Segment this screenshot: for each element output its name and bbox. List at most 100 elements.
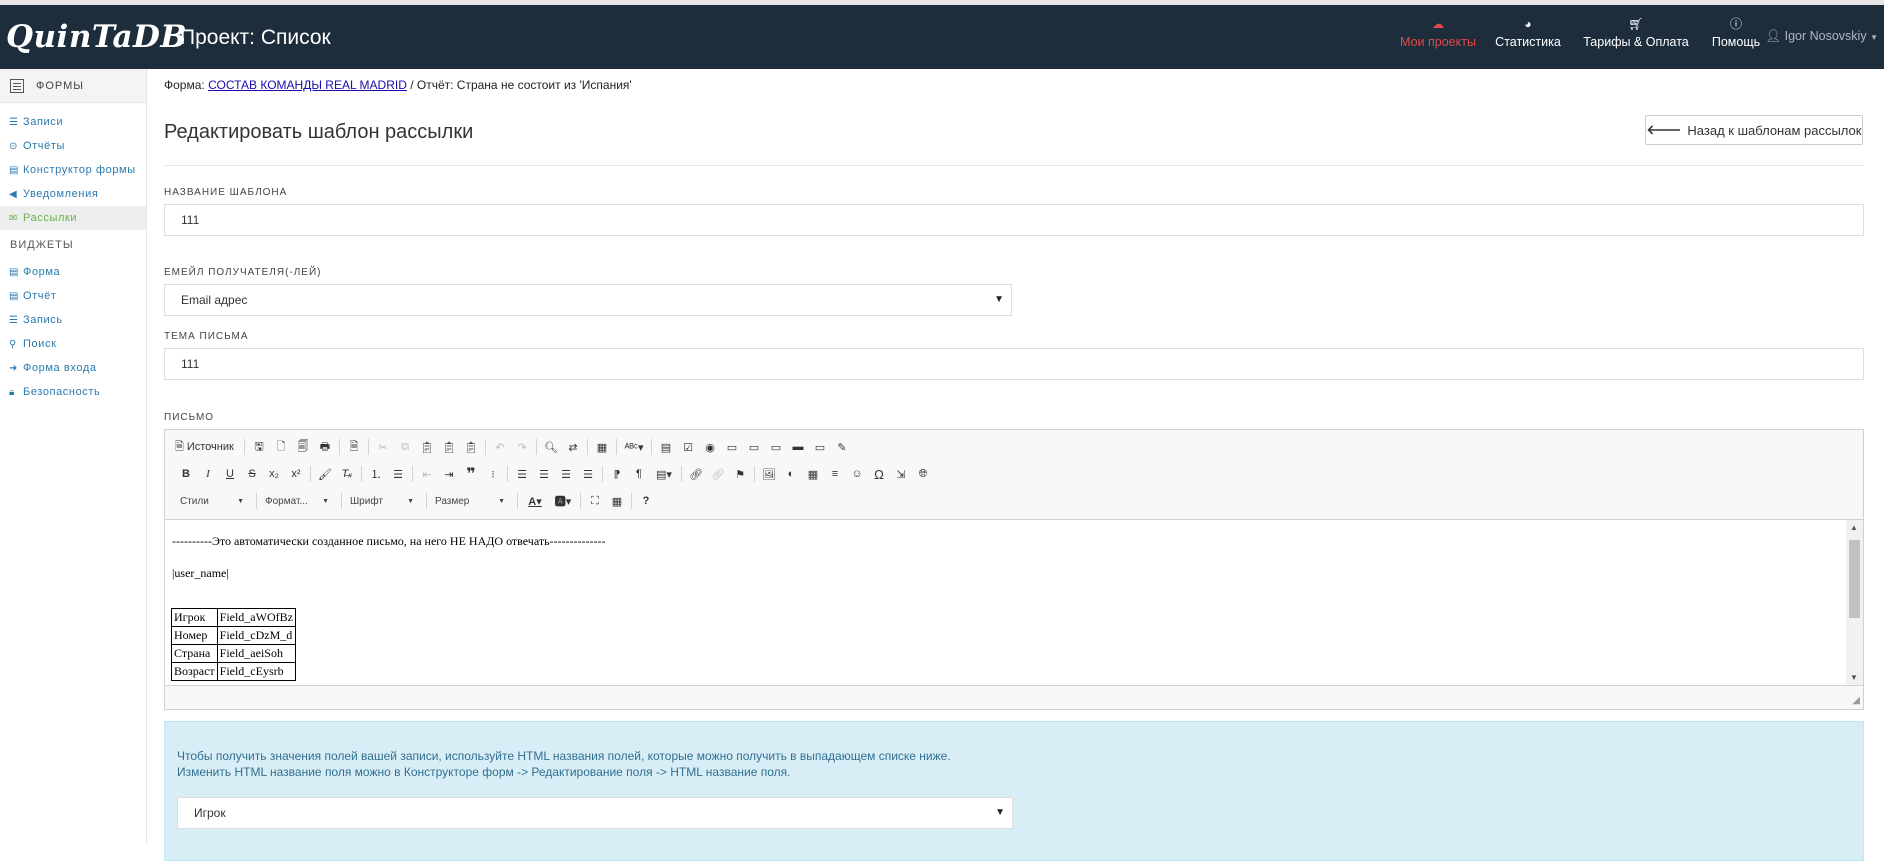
select-field-icon[interactable]: ▭	[765, 436, 787, 458]
back-to-templates-button[interactable]: 🡐 Назад к шаблонам рассылок	[1645, 115, 1863, 145]
smiley-icon[interactable]: ☺	[846, 463, 868, 485]
scrollbar-thumb[interactable]	[1849, 540, 1860, 618]
hidden-field-icon[interactable]: ✎	[831, 436, 853, 458]
italic-icon[interactable]: I	[197, 463, 219, 485]
ltr-icon[interactable]: ⁋	[606, 463, 628, 485]
nav-statistics[interactable]: ◕ Статистика	[1492, 15, 1564, 49]
sidebar-item-notifications[interactable]: ◀ Уведомления	[0, 182, 146, 206]
copy-icon[interactable]: ⧉	[394, 436, 416, 458]
toolbar-separator	[339, 439, 340, 455]
print-icon[interactable]: 🖶︎	[314, 436, 336, 458]
show-blocks-icon[interactable]: ▦	[606, 490, 628, 512]
iframe-icon[interactable]: 🌐︎	[912, 463, 934, 485]
underline-icon[interactable]: U	[219, 463, 241, 485]
breadcrumb-form-link[interactable]: СОСТАВ КОМАНДЫ REAL MADRID	[208, 78, 407, 92]
scroll-up-icon[interactable]: ▲	[1850, 523, 1858, 532]
page-break-icon[interactable]: ⇲	[890, 463, 912, 485]
app-logo[interactable]: QuinTaDB	[6, 19, 187, 55]
font-combo[interactable]: Шрифт ▼	[345, 491, 419, 511]
align-right-icon[interactable]: ☰	[555, 463, 577, 485]
editor-content-area[interactable]: ----------Это автоматически созданное пи…	[165, 519, 1847, 685]
cut-icon[interactable]: ✂	[372, 436, 394, 458]
horizontal-line-icon[interactable]: ≡	[824, 463, 846, 485]
user-menu[interactable]: 👤︎ Igor Nosovskiy ▼	[1765, 29, 1878, 44]
bold-icon[interactable]: B	[175, 463, 197, 485]
image-icon[interactable]: 🖼︎	[758, 463, 780, 485]
div-container-icon[interactable]: ⁝	[482, 463, 504, 485]
about-icon[interactable]: ?	[635, 490, 657, 512]
numbered-list-icon[interactable]: ⒈	[365, 463, 387, 485]
nav-my-projects[interactable]: ☁ Мои проекты	[1398, 15, 1478, 49]
sidebar-item-widget-security[interactable]: 🔒︎ Безопасность	[0, 380, 146, 404]
sidebar-item-mailings[interactable]: ✉ Рассылки	[0, 206, 146, 230]
subscript-icon[interactable]: x₂	[263, 463, 285, 485]
text-field-icon[interactable]: ▭	[721, 436, 743, 458]
sidebar-item-reports[interactable]: ⊙ Отчёты	[0, 134, 146, 158]
find-icon[interactable]: 🔍︎	[540, 436, 562, 458]
bulleted-list-icon[interactable]: ☰	[387, 463, 409, 485]
sidebar-item-widget-search[interactable]: ⚲ Поиск	[0, 332, 146, 356]
field-html-name-select[interactable]: Игрок ▼	[177, 797, 1013, 829]
link-icon[interactable]: 🔗︎	[685, 463, 707, 485]
styles-combo[interactable]: Стили ▼	[175, 491, 249, 511]
sidebar-item-widget-report[interactable]: ▤ Отчёт	[0, 284, 146, 308]
sidebar-item-widget-login[interactable]: ➜ Форма входа	[0, 356, 146, 380]
select-all-icon[interactable]: ▦	[591, 436, 613, 458]
subject-input[interactable]: 111	[164, 348, 1864, 380]
remove-format-icon[interactable]: T̶ₓ	[336, 463, 358, 485]
recipient-email-select[interactable]: Email адрес ▼	[164, 284, 1012, 316]
blockquote-icon[interactable]: ❞	[460, 463, 482, 485]
paste-word-icon[interactable]: 📋︎	[460, 436, 482, 458]
strikethrough-icon[interactable]: S	[241, 463, 263, 485]
paste-icon[interactable]: 📋︎	[416, 436, 438, 458]
form-icon[interactable]: ▤	[655, 436, 677, 458]
anchor-icon[interactable]: ⚑	[729, 463, 751, 485]
copy-format-icon[interactable]: 🖌︎	[314, 463, 336, 485]
preview-icon[interactable]: 🗐︎	[292, 436, 314, 458]
bg-color-icon[interactable]: 🅰︎▾	[549, 490, 577, 512]
unlink-icon[interactable]: 🔗︎	[707, 463, 729, 485]
table-icon[interactable]: ▦	[802, 463, 824, 485]
align-center-icon[interactable]: ☰	[533, 463, 555, 485]
maximize-icon[interactable]: ⛶	[584, 490, 606, 512]
special-char-icon[interactable]: Ω	[868, 463, 890, 485]
sidebar-item-records[interactable]: ☰ Записи	[0, 110, 146, 134]
sidebar-item-widget-record[interactable]: ☰ Запись	[0, 308, 146, 332]
size-combo[interactable]: Размер ▼	[430, 491, 510, 511]
spellcheck-icon[interactable]: ᴬᴮᶜ▾	[620, 436, 648, 458]
save-icon[interactable]: 🖫︎	[248, 436, 270, 458]
sidebar-item-widget-form[interactable]: ▤ Форма	[0, 260, 146, 284]
source-button[interactable]: 🗎︎ Источник	[175, 436, 241, 458]
language-icon[interactable]: ▤▾	[650, 463, 678, 485]
nav-pricing[interactable]: 🛒︎ Тарифы & Оплата	[1583, 15, 1689, 49]
superscript-icon[interactable]: x²	[285, 463, 307, 485]
sidebar-item-form-builder[interactable]: ▤ Конструктор формы	[0, 158, 146, 182]
textarea-icon[interactable]: ▭	[743, 436, 765, 458]
templates-icon[interactable]: 🗎︎	[343, 436, 365, 458]
undo-icon[interactable]: ↶	[489, 436, 511, 458]
template-name-input[interactable]: 111	[164, 204, 1864, 236]
format-combo[interactable]: Формат... ▼	[260, 491, 334, 511]
report-icon: ▤	[9, 290, 20, 302]
new-page-icon[interactable]: 🗋︎	[270, 436, 292, 458]
scroll-down-icon[interactable]: ▼	[1850, 673, 1858, 682]
editor-scrollbar[interactable]: ▲ ▼	[1846, 519, 1863, 685]
redo-icon[interactable]: ↷	[511, 436, 533, 458]
image-button-icon[interactable]: ▭	[809, 436, 831, 458]
indent-icon[interactable]: ⇥	[438, 463, 460, 485]
align-justify-icon[interactable]: ☰	[577, 463, 599, 485]
align-left-icon[interactable]: ☰	[511, 463, 533, 485]
flash-icon[interactable]: ◐	[780, 463, 802, 485]
radio-icon[interactable]: ◉	[699, 436, 721, 458]
outdent-icon[interactable]: ⇤	[416, 463, 438, 485]
replace-icon[interactable]: ⇄	[562, 436, 584, 458]
text-color-icon[interactable]: A▾	[521, 490, 549, 512]
paste-text-icon[interactable]: 📋︎	[438, 436, 460, 458]
search-icon: ⚲	[9, 338, 17, 350]
checkbox-icon[interactable]: ☑	[677, 436, 699, 458]
resize-handle-icon[interactable]: ◢	[1852, 695, 1860, 706]
editor-toolbar-row-3: Стили ▼ Формат... ▼ Шрифт ▼ Размер ▼ A▾ 🅰︎▾ …	[175, 490, 657, 512]
rtl-icon[interactable]: ¶	[628, 463, 650, 485]
button-field-icon[interactable]: ▬	[787, 436, 809, 458]
nav-help[interactable]: ⓘ Помощь	[1709, 15, 1763, 49]
